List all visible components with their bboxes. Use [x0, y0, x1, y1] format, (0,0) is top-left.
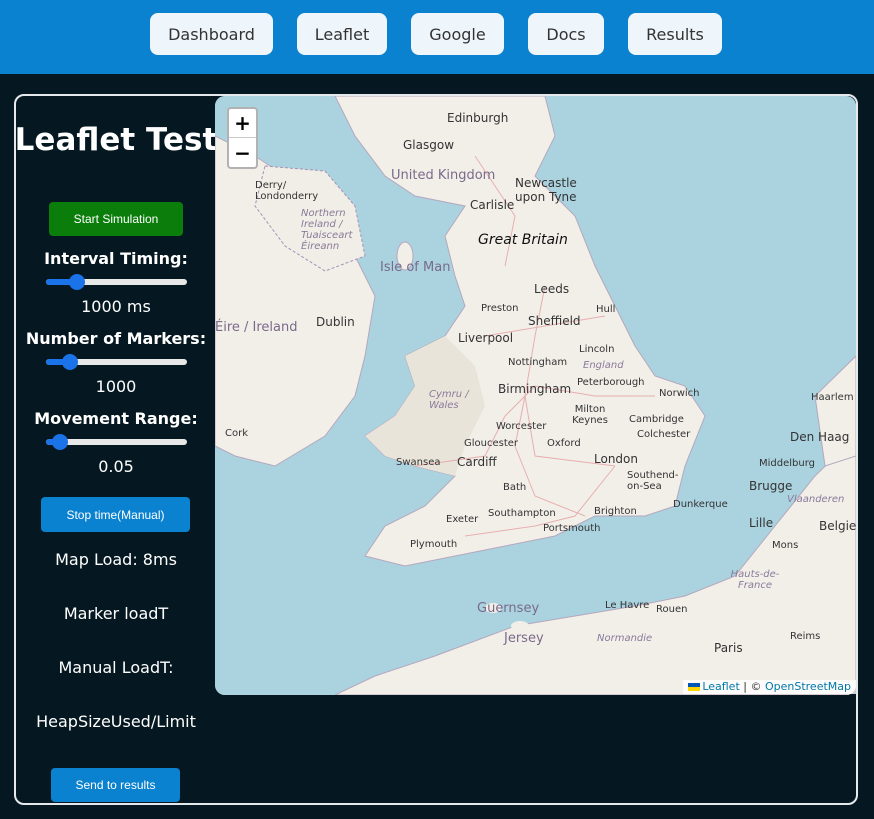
nav-dashboard-button[interactable]: Dashboard [150, 13, 273, 55]
map-label-normandie: Normandie [597, 633, 653, 644]
map-label-united-kingdom: United Kingdom [391, 168, 496, 183]
map-label-newcastle: Newcastle upon Tyne [515, 176, 577, 204]
interval-timing-value: 1000 ms [81, 297, 151, 316]
map-label-sheffield: Sheffield [528, 314, 581, 328]
nav-docs-button[interactable]: Docs [528, 13, 604, 55]
attribution-separator: | © [739, 680, 765, 693]
map-label-glasgow: Glasgow [403, 138, 455, 152]
map-label-vlaanderen: Vlaanderen [787, 494, 845, 505]
map-label-dunkerque: Dunkerque [673, 499, 728, 510]
map-label-leeds: Leeds [534, 282, 570, 296]
map-label-milton-keynes: Milton Keynes [572, 404, 608, 426]
map-label-cardiff: Cardiff [457, 455, 497, 469]
movement-range-value: 0.05 [98, 457, 134, 476]
map-label-plymouth: Plymouth [410, 539, 458, 550]
top-navbar: Dashboard Leaflet Google Docs Results [0, 0, 874, 74]
slider-thumb[interactable] [62, 354, 79, 370]
map-label-gloucester: Gloucester [464, 438, 519, 449]
map-label-guernsey: Guernsey [477, 601, 540, 616]
map-label-dublin: Dublin [316, 315, 355, 329]
nav-results-button[interactable]: Results [628, 13, 722, 55]
map-label-cork: Cork [225, 428, 249, 439]
stop-time-manual-button[interactable]: Stop time(Manual) [41, 497, 190, 532]
map-label-swansea: Swansea [396, 457, 441, 468]
map-load-readout: Map Load: 8ms [55, 550, 177, 569]
movement-range-label: Movement Range: [34, 409, 198, 428]
map-label-hauts-de-france: Hauts-de-France [730, 569, 780, 591]
interval-timing-label: Interval Timing: [44, 249, 188, 268]
map-label-preston: Preston [481, 303, 519, 314]
map-label-england: England [583, 360, 624, 371]
map-label-haarlem: Haarlem [811, 392, 854, 403]
zoom-out-button[interactable]: − [229, 138, 256, 167]
movement-range-slider[interactable] [46, 434, 187, 450]
number-of-markers-slider[interactable] [46, 354, 187, 370]
map-label-london: London [594, 452, 638, 466]
map-label-brighton: Brighton [594, 506, 637, 517]
openstreetmap-link[interactable]: OpenStreetMap [765, 680, 851, 693]
map-label-cambridge: Cambridge [629, 414, 684, 425]
map-label-paris: Paris [714, 641, 743, 655]
map-label-northern-ireland: Northern Ireland / Tuaisceart Éireann [301, 208, 353, 252]
map-label-peterborough: Peterborough [577, 377, 645, 388]
zoom-control: + − [227, 107, 258, 169]
interval-timing-slider[interactable] [46, 274, 187, 290]
start-simulation-button[interactable]: Start Simulation [49, 202, 183, 236]
manual-load-readout: Manual LoadT: [58, 658, 174, 677]
map-label-hull: Hull [596, 304, 616, 315]
map-label-jersey: Jersey [504, 631, 544, 646]
map-label-rouen: Rouen [656, 604, 688, 615]
map-label-derry: Derry/ Londonderry [255, 180, 319, 202]
map-label-mons: Mons [772, 540, 799, 551]
slider-thumb[interactable] [52, 434, 69, 450]
map-label-den-haag: Den Haag [790, 430, 850, 444]
map-label-middelburg: Middelburg [759, 458, 816, 469]
number-of-markers-value: 1000 [95, 377, 137, 396]
map-label-norwich: Norwich [659, 388, 700, 399]
map-label-nottingham: Nottingham [508, 357, 568, 368]
map-label-southend: Southend-on-Sea [627, 470, 679, 492]
map-label-worcester: Worcester [496, 421, 547, 432]
map-label-colchester: Colchester [637, 429, 691, 440]
zoom-in-button[interactable]: + [229, 109, 256, 138]
page-title: Leaflet Test [14, 122, 218, 158]
map-label-portsmouth: Portsmouth [543, 523, 601, 534]
map-label-birmingham: Birmingham [498, 382, 572, 396]
map-attribution: Leaflet | © OpenStreetMap [683, 680, 856, 694]
nav-leaflet-button[interactable]: Leaflet [297, 13, 387, 55]
map-label-reims: Reims [790, 631, 821, 642]
ukraine-flag-icon [688, 683, 701, 691]
map-label-isle-of-man: Isle of Man [380, 260, 451, 275]
nav-google-button[interactable]: Google [411, 13, 504, 55]
map-label-southampton: Southampton [488, 508, 556, 519]
leaflet-link[interactable]: Leaflet [702, 680, 739, 693]
map-label-carlisle: Carlisle [470, 198, 515, 212]
heap-size-readout: HeapSizeUsed/Limit [36, 712, 196, 731]
send-to-results-button[interactable]: Send to results [51, 768, 180, 802]
map-label-edinburgh: Edinburgh [447, 111, 509, 125]
slider-thumb[interactable] [68, 274, 85, 290]
map-label-brugge: Brugge [749, 479, 793, 493]
map-label-oxford: Oxford [547, 438, 581, 449]
map-label-lincoln: Lincoln [579, 344, 615, 355]
map-label-wales: Cymru / Wales [429, 389, 469, 411]
map-label-bath: Bath [503, 482, 527, 493]
map-label-ireland: Éire / Ireland [215, 320, 298, 335]
map-label-great-britain: Great Britain [478, 232, 568, 248]
map-label-le-havre: Le Havre [605, 600, 650, 611]
map-label-lille: Lille [749, 516, 774, 530]
map-label-exeter: Exeter [446, 514, 479, 525]
leaflet-map[interactable]: Edinburgh Glasgow United Kingdom Newcast… [215, 96, 856, 695]
map-label-liverpool: Liverpool [458, 331, 514, 345]
map-label-belgie: Belgie [819, 519, 856, 533]
marker-load-readout: Marker loadT [63, 604, 169, 623]
number-of-markers-label: Number of Markers: [25, 329, 207, 348]
